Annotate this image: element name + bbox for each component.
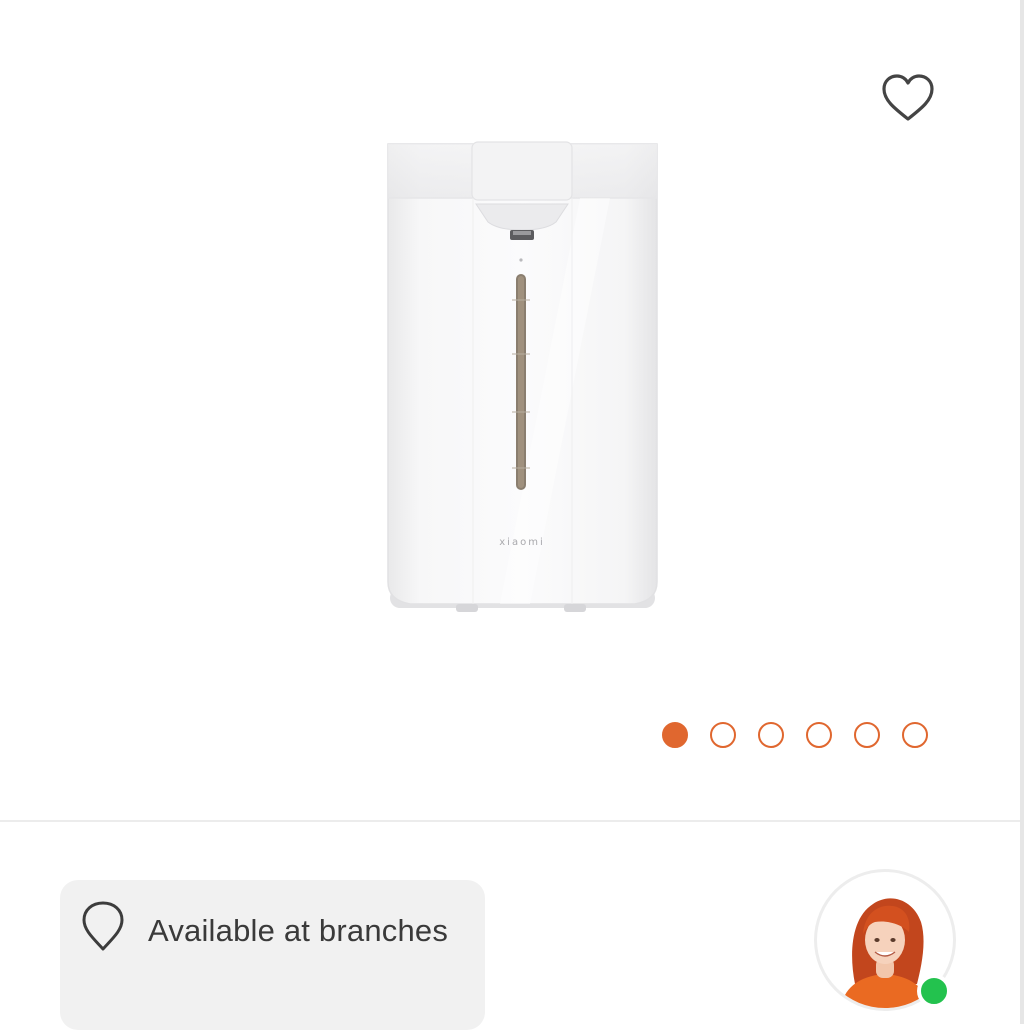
carousel-dot-1[interactable] [662,722,688,748]
carousel-dot-3[interactable] [758,722,784,748]
water-dispenser-image: xiaomi [387,141,658,612]
availability-label: Available at branches [148,913,449,948]
availability-button[interactable]: Available at branches [60,880,485,1030]
carousel-dot-2[interactable] [710,722,736,748]
favorite-button[interactable] [876,68,940,128]
carousel-dot-6[interactable] [902,722,928,748]
carousel-dot-4[interactable] [806,722,832,748]
product-gallery[interactable]: xiaomi [0,0,1020,820]
section-divider [0,820,1020,822]
svg-text:xiaomi: xiaomi [499,537,544,548]
page-edge [1020,0,1024,1024]
product-image[interactable]: xiaomi [380,130,665,625]
heart-outline-icon [882,74,934,121]
location-pin-icon [82,901,124,951]
online-status-indicator [917,974,951,1008]
carousel-dot-5[interactable] [854,722,880,748]
carousel-pagination [662,719,928,751]
support-chat-button[interactable] [817,872,953,1008]
